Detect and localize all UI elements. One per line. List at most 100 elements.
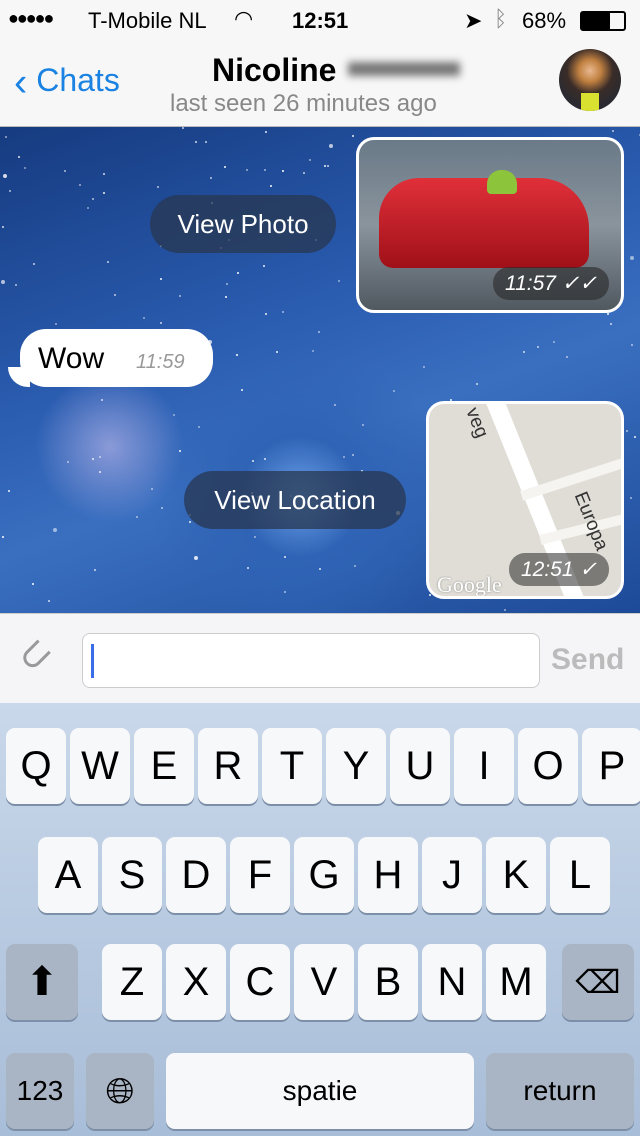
star <box>311 349 314 352</box>
return-key[interactable]: return <box>486 1053 634 1129</box>
message-input[interactable] <box>82 633 540 688</box>
key-x[interactable]: X <box>166 944 226 1020</box>
star <box>263 457 266 460</box>
star <box>3 173 8 178</box>
nav-bar: ‹ Chats Nicoline last seen 26 minutes ag… <box>0 40 640 127</box>
key-q[interactable]: Q <box>6 728 66 804</box>
key-t[interactable]: T <box>262 728 322 804</box>
last-seen: last seen 26 minutes ago <box>170 90 437 117</box>
key-j[interactable]: J <box>422 837 482 913</box>
text-cursor <box>91 644 94 678</box>
globe-key[interactable]: 🌐︎ <box>86 1053 154 1129</box>
key-i[interactable]: I <box>454 728 514 804</box>
key-c[interactable]: C <box>230 944 290 1020</box>
key-e[interactable]: E <box>134 728 194 804</box>
key-b[interactable]: B <box>358 944 418 1020</box>
star <box>342 455 345 458</box>
contact-name[interactable]: Nicoline <box>212 52 336 89</box>
star <box>101 399 104 402</box>
shift-key[interactable]: ⬆ <box>6 944 78 1020</box>
star <box>1 280 6 285</box>
star <box>91 458 94 461</box>
star <box>552 341 555 344</box>
star <box>422 365 425 368</box>
numbers-key[interactable]: 123 <box>6 1053 74 1129</box>
star <box>198 426 201 429</box>
keyboard: QWERTYUIOP ASDFGHJKL ZXCVBNM ⬆ ⌫ 123 🌐︎ sp… <box>0 703 640 1136</box>
star <box>329 144 334 149</box>
space-key[interactable]: spatie <box>166 1053 474 1129</box>
star <box>15 284 18 287</box>
view-location-button[interactable]: View Location <box>184 471 406 529</box>
star <box>245 169 248 172</box>
avatar[interactable] <box>559 49 621 111</box>
star <box>194 141 197 144</box>
photo-message[interactable]: 11:57 ✓✓ <box>356 137 624 313</box>
star <box>102 191 105 194</box>
bluetooth-icon: ᛒ <box>494 6 508 31</box>
star <box>282 310 285 313</box>
star <box>135 515 138 518</box>
key-a[interactable]: A <box>38 837 98 913</box>
star <box>93 569 96 572</box>
star <box>204 141 207 144</box>
star <box>1 225 4 228</box>
star <box>536 346 539 349</box>
key-k[interactable]: K <box>486 837 546 913</box>
signal-icon: ●●●●● <box>8 8 54 28</box>
key-m[interactable]: M <box>486 944 546 1020</box>
key-v[interactable]: V <box>294 944 354 1020</box>
star <box>565 355 568 358</box>
star <box>630 343 633 346</box>
star <box>334 403 337 406</box>
delete-key[interactable]: ⌫ <box>562 944 634 1020</box>
star <box>157 186 160 189</box>
key-y[interactable]: Y <box>326 728 386 804</box>
send-button[interactable]: Send <box>551 643 624 677</box>
key-l[interactable]: L <box>550 837 610 913</box>
status-bar: ●●●●● T-Mobile NL ◠ 12:51 ➤ ᛒ 68% <box>0 0 640 40</box>
back-button[interactable]: ‹ Chats <box>14 62 120 103</box>
star <box>17 156 20 159</box>
key-n[interactable]: N <box>422 944 482 1020</box>
star <box>103 173 106 176</box>
star <box>53 528 58 533</box>
view-photo-button[interactable]: View Photo <box>150 195 336 253</box>
blurred-surname <box>348 62 460 76</box>
google-attribution: Google <box>437 572 502 597</box>
star <box>63 169 66 172</box>
star <box>251 460 254 463</box>
star <box>522 350 525 353</box>
key-o[interactable]: O <box>518 728 578 804</box>
key-u[interactable]: U <box>390 728 450 804</box>
double-check-icon: ✓✓ <box>561 272 597 295</box>
chat-area: View Photo 11:57 ✓✓ Wow 11:59 View Locat… <box>0 127 640 613</box>
key-g[interactable]: G <box>294 837 354 913</box>
star <box>326 165 329 168</box>
location-message[interactable]: veg Europa Google 12:51 ✓ <box>426 401 624 599</box>
star <box>253 535 256 538</box>
key-p[interactable]: P <box>582 728 640 804</box>
star <box>276 350 279 353</box>
key-r[interactable]: R <box>198 728 258 804</box>
key-z[interactable]: Z <box>102 944 162 1020</box>
map-label: veg <box>461 404 493 441</box>
key-h[interactable]: H <box>358 837 418 913</box>
star <box>107 260 110 263</box>
backspace-icon: ⌫ <box>575 964 621 1000</box>
key-d[interactable]: D <box>166 837 226 913</box>
key-s[interactable]: S <box>102 837 162 913</box>
star <box>178 449 181 452</box>
star <box>32 583 35 586</box>
shift-arrow-icon: ⬆ <box>25 960 59 1004</box>
clock: 12:51 <box>292 8 349 33</box>
key-w[interactable]: W <box>70 728 130 804</box>
star <box>262 265 265 268</box>
star <box>282 170 285 173</box>
attach-paperclip-icon[interactable]: ⊂ <box>7 627 63 683</box>
star <box>98 470 101 473</box>
star <box>151 488 154 491</box>
key-f[interactable]: F <box>230 837 290 913</box>
star <box>98 455 101 458</box>
star <box>303 172 306 174</box>
